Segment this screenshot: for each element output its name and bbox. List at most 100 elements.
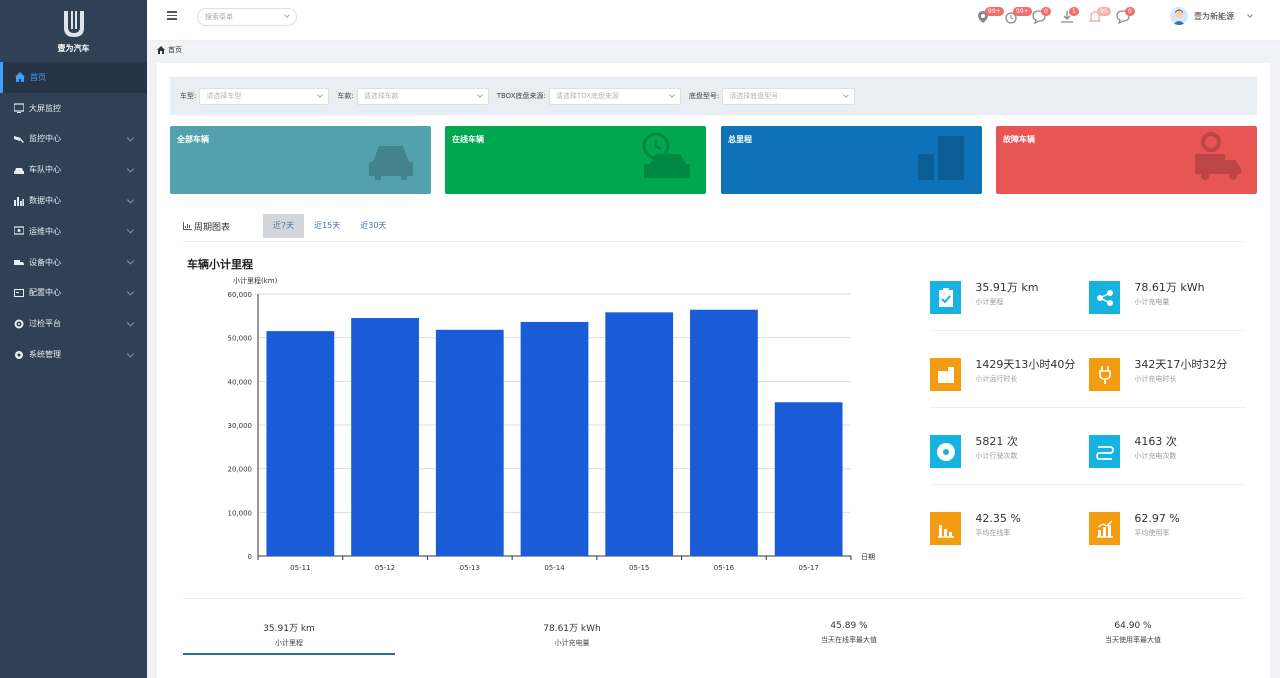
menu-search-select[interactable]: 搜索菜单 bbox=[197, 8, 297, 26]
dashboard-icon bbox=[930, 358, 962, 391]
sidebar-item-3[interactable]: 车队中心 bbox=[0, 154, 147, 185]
location-icon[interactable]: 99+ bbox=[976, 7, 1004, 24]
stat-value: 4163 次 bbox=[1134, 435, 1177, 448]
y-tick-label: 10,000 bbox=[228, 509, 253, 517]
stat-item-5: 4163 次小计充电次数 bbox=[1089, 426, 1239, 478]
bar-chart-icon bbox=[14, 196, 24, 206]
stat-label: 小计充电次数 bbox=[1134, 452, 1177, 460]
stat-item-0: 35.91万 km 小计里程 bbox=[930, 272, 1080, 324]
sidebar-item-2[interactable]: 监控中心 bbox=[0, 124, 147, 155]
sidebar-item-6[interactable]: 设备中心 bbox=[0, 247, 147, 278]
chat-icon[interactable]: 0 bbox=[1032, 7, 1051, 25]
summary-card-3[interactable]: 故障车辆 bbox=[996, 126, 1257, 194]
x-tick-label: 05-11 bbox=[290, 564, 310, 570]
notification-badge: 99+ bbox=[1013, 7, 1032, 16]
sidebar-item-4[interactable]: 数据中心 bbox=[0, 185, 147, 216]
summary-card-1[interactable]: 在线车辆 bbox=[445, 126, 706, 194]
chevron-down-icon bbox=[126, 226, 135, 234]
period-tabs: 周期图表 近7天 近15天 近30天 bbox=[183, 214, 396, 238]
summary-cards: 全部车辆 在线车辆 总里程 故障车辆 bbox=[170, 126, 1257, 194]
filter-placeholder: 请选择车型 bbox=[206, 91, 242, 100]
summary-card-0[interactable]: 全部车辆 bbox=[170, 126, 431, 194]
summary-item-1[interactable]: 78.61万 kWh 小计充电量 bbox=[466, 621, 678, 648]
alarm-clock-icon[interactable]: 99+ bbox=[1004, 7, 1032, 24]
y-tick-label: 40,000 bbox=[228, 378, 253, 386]
y-tick-label: 60,000 bbox=[228, 291, 253, 299]
clipboard-icon bbox=[930, 281, 962, 314]
filter-select[interactable]: 请选择TOX底盘来源 bbox=[548, 87, 681, 105]
sidebar-item-8[interactable]: 过检平台 bbox=[0, 308, 147, 339]
period-chart-panel: 周期图表 近7天 近15天 近30天 车辆小计里程 小计里程(km) 0 10,000 2… bbox=[170, 206, 1257, 678]
filter-1: 车款: 请选择车款 bbox=[337, 87, 489, 105]
home-icon bbox=[15, 72, 25, 83]
user-menu[interactable]: 壹为新能源 bbox=[1170, 7, 1253, 25]
message-icon[interactable]: 0 bbox=[1116, 7, 1135, 25]
x-tick-label: 05-15 bbox=[629, 564, 649, 570]
summary-item-2[interactable]: 45.89 % 当天在线率最大值 bbox=[743, 621, 955, 645]
summary-value: 64.90 % bbox=[1114, 621, 1152, 631]
x-tick-label: 05-16 bbox=[714, 564, 735, 570]
tab-period-2[interactable]: 近30天 bbox=[350, 214, 396, 238]
x-axis-label: 日期 bbox=[861, 553, 875, 561]
chevron-down-icon bbox=[126, 165, 135, 173]
stat-label: 小计运行时长 bbox=[975, 375, 1018, 383]
bar-05-17 bbox=[774, 402, 843, 556]
y-axis-label: 小计里程(km) bbox=[233, 276, 278, 285]
column-chart-icon bbox=[930, 512, 962, 545]
summary-label: 小计充电量 bbox=[554, 639, 590, 647]
bell-icon[interactable]: 95 bbox=[1088, 7, 1111, 24]
sidebar-item-7[interactable]: 配置中心 bbox=[0, 278, 147, 309]
filter-3: 底盘型号: 请选择底盘型号 bbox=[689, 87, 856, 105]
filter-select[interactable]: 请选择底盘型号 bbox=[722, 87, 856, 105]
mileage-icon bbox=[916, 132, 968, 184]
x-tick-label: 05-13 bbox=[460, 564, 480, 570]
avatar bbox=[1170, 7, 1188, 25]
sidebar-item-label: 数据中心 bbox=[29, 196, 61, 206]
sidebar-item-0[interactable]: 首页 bbox=[0, 62, 147, 93]
chevron-down-icon bbox=[669, 91, 675, 98]
download-icon[interactable]: 1 bbox=[1060, 7, 1079, 24]
bar-05-15 bbox=[605, 312, 674, 556]
filter-select[interactable]: 请选择车型 bbox=[199, 87, 330, 105]
stat-value: 342天17小时32分 bbox=[1134, 358, 1228, 371]
gear-icon bbox=[14, 319, 24, 329]
truck-fault-icon bbox=[1191, 132, 1243, 184]
chevron-down-icon bbox=[1247, 12, 1253, 18]
sidebar-item-label: 配置中心 bbox=[29, 288, 61, 298]
summary-item-0[interactable]: 35.91万 km 小计里程 bbox=[183, 621, 395, 648]
divider bbox=[930, 407, 1246, 408]
stat-label: 小计行驶次数 bbox=[975, 452, 1018, 460]
tab-period-1[interactable]: 近15天 bbox=[304, 214, 350, 238]
brand-logo-icon bbox=[63, 10, 84, 37]
breadcrumb-home[interactable]: 首页 bbox=[168, 45, 182, 55]
stat-value: 62.97 % bbox=[1134, 512, 1180, 525]
card-title: 故障车辆 bbox=[1003, 135, 1035, 144]
car-icon bbox=[365, 132, 417, 184]
stat-item-2: 1429天13小时40分 小计运行时长 bbox=[930, 349, 1080, 401]
summary-card-2[interactable]: 总里程 bbox=[721, 126, 982, 194]
chevron-down-icon bbox=[126, 288, 135, 296]
tab-list: 近7天 近15天 近30天 bbox=[263, 214, 396, 238]
sidebar-item-label: 车队中心 bbox=[29, 165, 61, 175]
sidebar-item-5[interactable]: 运维中心 bbox=[0, 216, 147, 247]
summary-active-underline bbox=[183, 653, 395, 655]
brand-name: 壹为汽车 bbox=[57, 43, 90, 53]
filter-select[interactable]: 请选择车款 bbox=[356, 87, 489, 105]
tab-period-0[interactable]: 近7天 bbox=[263, 214, 305, 238]
notification-badge: 95 bbox=[1097, 7, 1111, 16]
stat-label: 小计充电量 bbox=[1134, 298, 1170, 306]
filter-bar: 车型: 请选择车型 车款: 请选择车款 TBOX底盘来源: 请选择TOX底盘来源 底盘型号:… bbox=[170, 77, 1257, 115]
home-icon bbox=[157, 46, 165, 54]
bar-05-16 bbox=[690, 309, 758, 556]
sidebar-item-label: 监控中心 bbox=[29, 134, 61, 144]
chevron-down-icon bbox=[126, 134, 135, 142]
summary-item-3[interactable]: 64.90 % 当天使用率最大值 bbox=[1027, 621, 1239, 645]
hamburger-icon[interactable] bbox=[167, 11, 177, 21]
stat-item-1: 78.61万 kWh 小计充电量 bbox=[1089, 272, 1239, 324]
area-chart-icon bbox=[183, 222, 192, 230]
filter-placeholder: 请选择TOX底盘来源 bbox=[555, 91, 620, 100]
sidebar-item-9[interactable]: 系统管理 bbox=[0, 339, 147, 370]
divider bbox=[183, 598, 1244, 599]
sidebar-item-1[interactable]: 大屏监控 bbox=[0, 93, 147, 124]
summary-value: 78.61万 kWh bbox=[543, 624, 601, 634]
